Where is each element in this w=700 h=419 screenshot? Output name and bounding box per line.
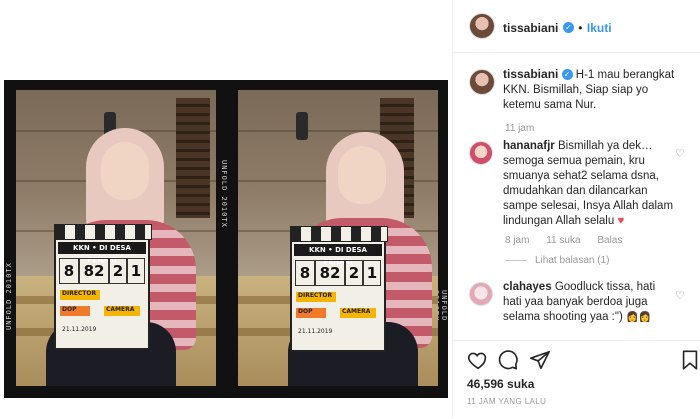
view-replies-label: Lihat balasan (1) xyxy=(535,255,610,266)
verified-badge-icon: ✓ xyxy=(562,22,574,34)
caption-username[interactable]: tissabiani xyxy=(503,67,558,81)
comments-list: tissabiani ✓ H-1 mau berangkat KKN. Bism… xyxy=(453,53,700,338)
clapper-shot: 1 xyxy=(363,260,381,286)
comment-item: hananafjr Bismillah ya dek… semoga semua… xyxy=(503,139,675,229)
clapper-camera-label: CAMERA xyxy=(342,308,371,315)
clapper-dop-label: DOP xyxy=(62,306,77,313)
comment-text: Bismillah ya dek… semoga semua pemain, k… xyxy=(503,140,674,227)
author-avatar[interactable] xyxy=(469,13,495,39)
comment-like-heart-icon[interactable]: ♡ xyxy=(675,147,685,160)
verified-badge-icon: ✓ xyxy=(561,69,573,81)
caption-time[interactable]: 11 jam xyxy=(505,123,534,134)
clapper-camera-label: CAMERA xyxy=(106,306,135,313)
clapper-take: 82 xyxy=(79,258,109,284)
clapper-scene: 8 xyxy=(59,258,79,284)
clapper-date: 21.11.2019 xyxy=(298,328,333,335)
photo-frame-left: KKN • DI DESA PENARI 8 82 2 1 DIRECTOR D… xyxy=(16,90,216,386)
clapper-title: KKN • DI DESA PENARI xyxy=(58,242,146,264)
likes-count[interactable]: 46,596 suka xyxy=(467,377,534,391)
clapper-dop-label: DOP xyxy=(298,308,313,315)
comment-time[interactable]: 8 jam xyxy=(505,235,529,246)
post-timestamp: 11 JAM YANG LALU xyxy=(467,397,547,406)
author-username[interactable]: tissabiani xyxy=(503,21,558,35)
post-image[interactable]: UNFOLD 2010TX UNFOLD 2010TX UNFOLD 2010T… xyxy=(0,0,452,418)
film-edge-text-left: UNFOLD 2010TX xyxy=(5,262,13,330)
clapper-roll: 2 xyxy=(345,260,363,286)
action-bar: 46,596 suka 11 JAM YANG LALU xyxy=(453,340,700,419)
clapper-director-label: DIRECTOR xyxy=(298,292,333,299)
comment-bubble-icon[interactable] xyxy=(497,349,519,371)
clapper-roll: 2 xyxy=(109,258,127,284)
photo-frame-right: KKN • DI DESA PENARI 8 82 2 1 DIRECTOR D… xyxy=(238,90,438,386)
comment-like-heart-icon[interactable]: ♡ xyxy=(675,289,685,302)
heart-outline-icon[interactable] xyxy=(467,349,489,371)
clapper-take: 82 xyxy=(315,260,345,286)
post-header: tissabiani ✓ • Ikuti xyxy=(453,0,700,53)
commenter-avatar[interactable] xyxy=(469,141,493,165)
clapper-date: 21.11.2019 xyxy=(62,326,97,333)
comment-likes[interactable]: 11 suka xyxy=(546,235,580,246)
bookmark-icon[interactable] xyxy=(679,349,700,371)
clapperboard: KKN • DI DESA PENARI 8 82 2 1 DIRECTOR D… xyxy=(54,224,152,350)
caption-author-avatar[interactable] xyxy=(469,69,495,95)
clapper-scene: 8 xyxy=(295,260,315,286)
commenter-avatar[interactable] xyxy=(469,282,493,306)
view-replies-button[interactable]: Lihat balasan (1) xyxy=(505,255,610,266)
comment-username[interactable]: hananafjr xyxy=(503,140,555,152)
reply-button[interactable]: Balas xyxy=(597,235,622,246)
film-edge-text-middle: UNFOLD 2010TX xyxy=(220,160,228,228)
comment-item: clahayes Goodluck tissa, hati hati yaa b… xyxy=(503,280,675,325)
clapper-director-label: DIRECTOR xyxy=(62,290,97,297)
clapper-title: KKN • DI DESA PENARI xyxy=(294,244,382,266)
women-emoji: 👩‍👩 xyxy=(626,312,651,323)
film-strip-photo: UNFOLD 2010TX UNFOLD 2010TX UNFOLD 2010T… xyxy=(4,80,448,398)
clapperboard: KKN • DI DESA PENARI 8 82 2 1 DIRECTOR D… xyxy=(290,226,388,352)
red-heart-emoji: ♥ xyxy=(617,215,625,227)
post-sidebar: tissabiani ✓ • Ikuti tissabiani ✓ H-1 ma… xyxy=(452,0,700,418)
clapper-shot: 1 xyxy=(127,258,145,284)
caption: tissabiani ✓ H-1 mau berangkat KKN. Bism… xyxy=(503,67,683,113)
paper-plane-icon[interactable] xyxy=(529,349,551,371)
follow-button[interactable]: Ikuti xyxy=(587,21,612,35)
comment-meta: 8 jam 11 suka Balas xyxy=(505,235,622,246)
separator-dot: • xyxy=(578,21,583,35)
comment-username[interactable]: clahayes xyxy=(503,281,552,293)
